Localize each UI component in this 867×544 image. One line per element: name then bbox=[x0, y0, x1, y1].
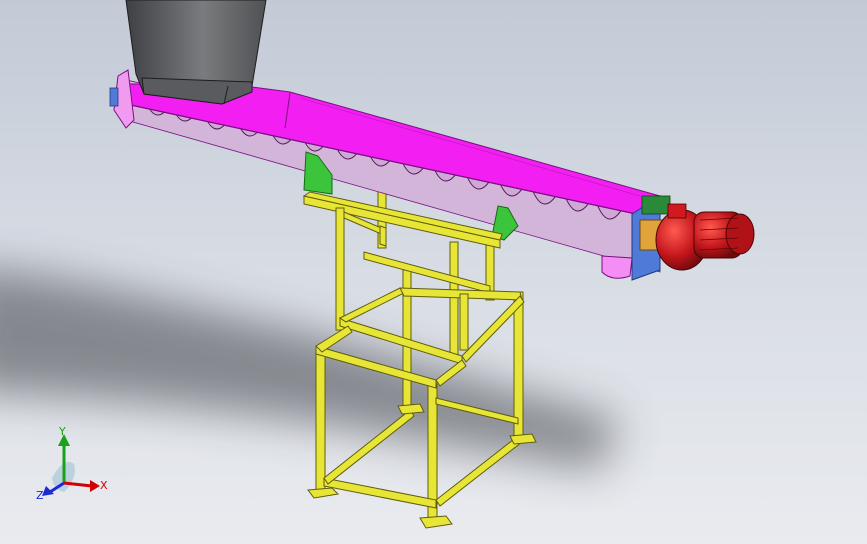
support-frame bbox=[302, 191, 537, 529]
conveyor-trough bbox=[109, 69, 671, 281]
triad-z-label: Z bbox=[36, 489, 44, 502]
cad-viewport[interactable]: Y X Z bbox=[0, 0, 867, 544]
inlet-hopper bbox=[125, 0, 267, 105]
triad-x-label: X bbox=[100, 479, 108, 492]
screw-conveyor-model[interactable] bbox=[0, 0, 867, 544]
orientation-triad[interactable]: Y X Z bbox=[34, 425, 114, 508]
triad-y-label: Y bbox=[59, 425, 66, 438]
triad-axes bbox=[42, 434, 100, 496]
